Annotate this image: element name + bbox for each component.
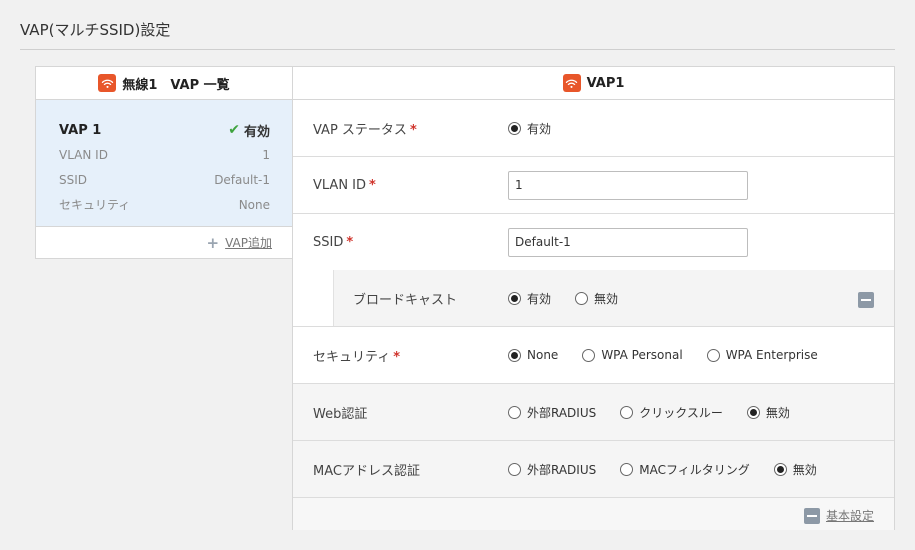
check-icon: ✔ <box>228 122 240 138</box>
required-mark: * <box>393 349 401 365</box>
vap-card-security-label: セキュリティ <box>59 198 131 212</box>
mac-auth-filtering-radio[interactable]: MACフィルタリング <box>620 461 750 478</box>
radio-label: 無効 <box>792 462 817 477</box>
required-mark: * <box>369 177 376 193</box>
wifi-icon <box>562 74 581 92</box>
radio-label: 有効 <box>527 121 552 136</box>
vap-card-status-text: 有効 <box>243 124 270 140</box>
vap-card-vlan-value: 1 <box>262 147 270 162</box>
radio-label: MACフィルタリング <box>639 462 750 477</box>
vap-card-ssid-value: Default-1 <box>214 172 270 187</box>
broadcast-label: ブロードキャスト <box>353 293 458 308</box>
web-auth-row: Web認証 外部RADIUS クリックスルー 無効 <box>293 384 894 441</box>
collapse-icon[interactable] <box>858 292 874 308</box>
radio-icon <box>575 292 589 305</box>
vap-list-panel: 無線1 VAP 一覧 VAP 1 ✔ 有効 VLAN ID 1 SSID Def… <box>35 66 293 259</box>
vap-list-header: 無線1 VAP 一覧 <box>36 67 292 100</box>
required-mark: * <box>409 122 417 138</box>
vap-status-enabled-radio[interactable]: 有効 <box>508 120 551 137</box>
panel-footer: 基本設定 <box>293 498 894 530</box>
ssid-label: SSID <box>313 234 344 250</box>
basic-settings-link[interactable]: 基本設定 <box>826 507 874 524</box>
vap-list-title: 無線1 VAP 一覧 <box>122 77 230 93</box>
vap-status-label: VAP ステータス <box>313 122 407 138</box>
wifi-icon <box>98 74 117 92</box>
mac-auth-label: MACアドレス認証 <box>313 463 420 479</box>
security-wpa-personal-radio[interactable]: WPA Personal <box>582 348 683 362</box>
ssid-row: SSID * <box>293 214 894 270</box>
radio-label: 無効 <box>594 292 619 306</box>
mac-auth-radius-radio[interactable]: 外部RADIUS <box>508 461 596 478</box>
security-none-radio[interactable]: None <box>508 348 558 362</box>
radio-icon <box>620 405 634 419</box>
mac-auth-disabled-radio[interactable]: 無効 <box>773 461 817 478</box>
radio-selected-icon <box>508 121 521 135</box>
vlan-row: VLAN ID * <box>293 157 894 214</box>
security-wpa-enterprise-radio[interactable]: WPA Enterprise <box>706 348 818 362</box>
vap-settings-header: VAP1 <box>293 67 894 100</box>
vap-card-1[interactable]: VAP 1 ✔ 有効 VLAN ID 1 SSID Default-1 セキュリ… <box>36 100 292 227</box>
vlan-input[interactable] <box>508 170 748 200</box>
radio-label: 有効 <box>527 292 552 306</box>
web-auth-disabled-radio[interactable]: 無効 <box>746 404 790 421</box>
radio-label: 外部RADIUS <box>527 462 597 477</box>
vap-status-row: VAP ステータス * 有効 <box>293 100 894 157</box>
security-row: セキュリティ * None WPA Personal WPA Enterprise <box>293 327 894 384</box>
security-label: セキュリティ <box>313 349 391 365</box>
radio-label: None <box>527 348 559 362</box>
web-auth-label: Web認証 <box>313 406 368 422</box>
vap-card-security-value: None <box>238 197 270 212</box>
radio-label: WPA Personal <box>601 348 683 362</box>
required-mark: * <box>346 234 354 250</box>
radio-selected-icon <box>746 405 760 419</box>
vap-settings-title: VAP1 <box>586 75 625 91</box>
collapse-icon <box>803 507 820 524</box>
radio-label: 外部RADIUS <box>527 405 597 420</box>
radio-selected-icon <box>773 462 787 476</box>
radio-icon <box>508 405 521 419</box>
vlan-label: VLAN ID <box>313 177 367 193</box>
mac-auth-row: MACアドレス認証 外部RADIUS MACフィルタリング 無効 <box>293 441 894 498</box>
ssid-input[interactable] <box>508 227 748 257</box>
radio-icon <box>706 348 720 362</box>
radio-icon <box>508 462 521 476</box>
radio-label: WPA Enterprise <box>725 348 818 362</box>
radio-label: 無効 <box>765 405 790 420</box>
broadcast-disabled-radio[interactable]: 無効 <box>575 290 618 307</box>
vap-card-ssid-label: SSID <box>59 172 88 187</box>
radio-icon <box>620 462 634 476</box>
vap-add-link[interactable]: VAP追加 <box>225 234 272 251</box>
plus-icon: + <box>206 233 220 252</box>
radio-icon <box>582 348 596 362</box>
basic-settings-toggle[interactable]: 基本設定 <box>803 507 874 524</box>
radio-label: クリックスルー <box>639 405 723 420</box>
page-title: VAP(マルチSSID)設定 <box>20 21 171 39</box>
web-auth-clickthrough-radio[interactable]: クリックスルー <box>620 404 723 421</box>
web-auth-radius-radio[interactable]: 外部RADIUS <box>508 404 596 421</box>
vap-card-vlan-label: VLAN ID <box>59 147 108 162</box>
vap-card-status: ✔ 有効 <box>228 121 270 140</box>
title-divider <box>20 49 895 50</box>
radio-selected-icon <box>508 292 521 305</box>
vap-add-button[interactable]: + VAP追加 <box>36 227 292 258</box>
vap-settings-panel: VAP1 VAP ステータス* 有効 VLAN ID* SSID* ブロードキャ… <box>292 66 895 530</box>
broadcast-enabled-radio[interactable]: 有効 <box>508 290 551 307</box>
broadcast-row: ブロードキャスト 有効 無効 <box>293 270 894 327</box>
vap-card-name: VAP 1 <box>59 122 102 138</box>
radio-selected-icon <box>508 348 521 362</box>
